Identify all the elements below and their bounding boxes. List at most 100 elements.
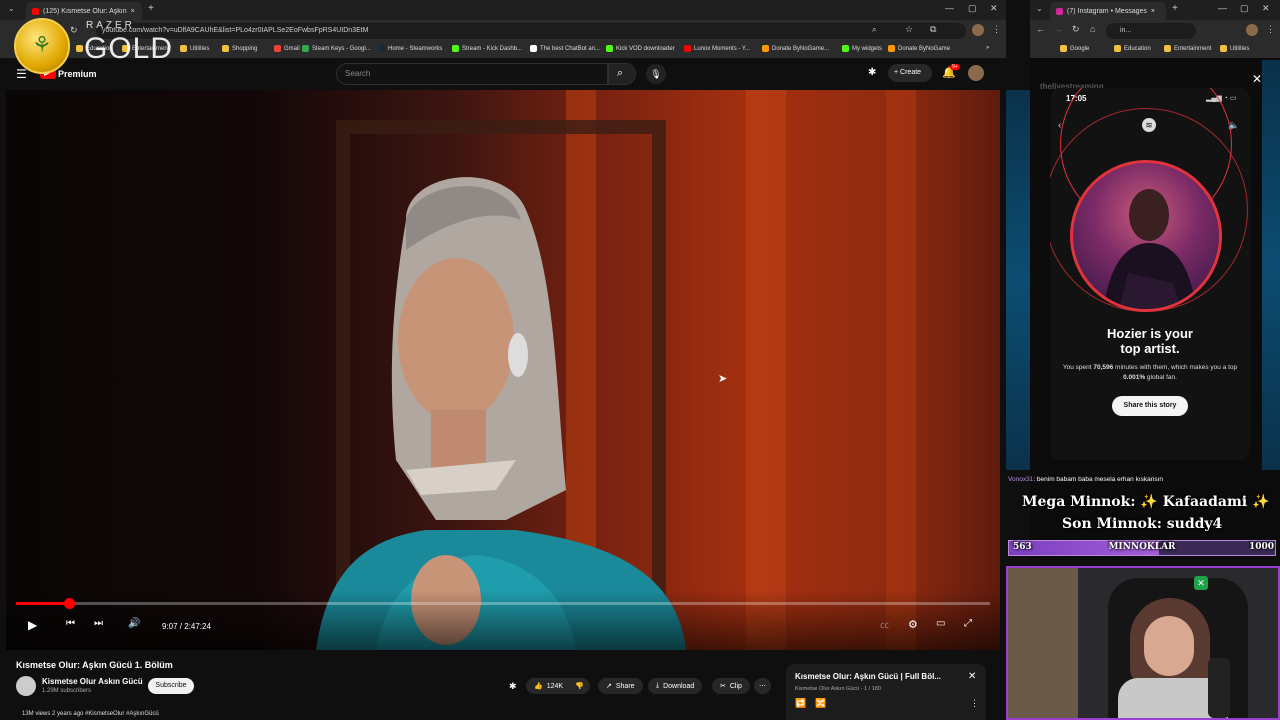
bookmarks-overflow-icon[interactable]: » [986, 45, 989, 51]
mega-minnok-line: Mega Minnok: ✨ Kafaadami ✨ [1022, 494, 1270, 510]
more-actions-button[interactable]: ⋯ [754, 678, 771, 694]
like-button[interactable]: 👍 124K 👎 [526, 678, 590, 694]
search-input[interactable]: Search [336, 63, 608, 85]
bookmark-icon [302, 45, 309, 52]
bookmark-item[interactable]: Donate ByNoGame [888, 45, 950, 52]
story-body-suffix: global fan. [1145, 374, 1177, 381]
ig-menu-icon[interactable]: ⋮ [1266, 24, 1275, 35]
bookmark-item[interactable]: Donate ByNoGame... [762, 45, 829, 52]
captions-icon[interactable]: ㏄ [880, 618, 889, 631]
artist-silhouette [1103, 189, 1197, 309]
channel-avatar[interactable] [16, 676, 36, 696]
bookmark-icon [842, 45, 849, 52]
bookmark-item[interactable]: The best ChatBot an... [530, 45, 600, 52]
bookmark-icon [606, 45, 613, 52]
ig-profile-avatar[interactable] [1246, 24, 1258, 36]
tab-search-icon[interactable]: ⌄ [8, 4, 15, 13]
bookmark-item[interactable]: My widgets [842, 45, 882, 52]
story-viewer[interactable]: 17:05 ▂▄▆ ◔ ▭ ‹ 🔈 ≋ Hozier is your top a… [1050, 88, 1250, 460]
bookmark-icon [762, 45, 769, 52]
ig-minimize-icon[interactable]: — [1218, 3, 1227, 13]
volume-icon[interactable]: 🔊 [128, 618, 140, 629]
story-body-mid: minutes with them, which makes you a top [1113, 364, 1238, 371]
ig-bookmark-item[interactable]: Entertainment [1164, 45, 1211, 52]
share-button[interactable]: ↗ Share [598, 678, 643, 694]
loop-icon[interactable]: 🔁 [795, 698, 806, 709]
video-player[interactable]: ▶ ⏮ ⏭ 🔊 9:07 / 2:47:24 ㏄ ⚙ ▭ ⤢ [6, 90, 1000, 650]
premium-star-icon[interactable]: ✱ [868, 67, 876, 78]
settings-gear-icon[interactable]: ⚙ [908, 618, 918, 631]
fullscreen-icon[interactable]: ⤢ [964, 618, 972, 629]
bookmark-label: Lunox Moments - Y... [694, 45, 751, 52]
previous-icon[interactable]: ⏮ [66, 618, 75, 629]
extensions-icon[interactable]: ⧉ [930, 24, 936, 35]
bookmark-item[interactable]: Kick VOD downloader [606, 45, 675, 52]
ig-home-icon[interactable]: ⌂ [1090, 24, 1095, 34]
chat-text: : benim babam baba mesela erhan kıskansı… [1033, 476, 1164, 483]
bookmark-item[interactable]: Shopping [222, 45, 257, 52]
microphone-icon[interactable]: 🎙 [646, 64, 666, 84]
goal-target: 1000 [1249, 542, 1275, 552]
ig-forward-icon[interactable]: → [1054, 24, 1063, 34]
bookmark-label: Shopping [232, 45, 258, 52]
playlist-title[interactable]: Kısmetse Olur: Aşkın Gücü | Full Böl... [795, 672, 941, 681]
channel-name[interactable]: Kismetse Olur Askın Gücü [42, 677, 143, 686]
ig-back-icon[interactable]: ← [1036, 24, 1045, 34]
ig-new-tab-icon[interactable]: + [1172, 3, 1178, 14]
ig-tab[interactable]: (7) Instagram • Messages × [1050, 2, 1166, 20]
ig-tab-search-icon[interactable]: ⌄ [1036, 4, 1043, 13]
ig-bookmark-item[interactable]: Education [1114, 45, 1151, 52]
play-icon[interactable]: ▶ [28, 618, 37, 632]
create-button[interactable]: + Create [888, 64, 932, 82]
download-button[interactable]: ⤓ Download [648, 678, 703, 694]
theater-mode-icon[interactable]: ▭ [936, 618, 945, 629]
progress-bar[interactable] [16, 598, 990, 609]
ig-bookmark-item[interactable]: Utilities [1220, 45, 1249, 52]
next-icon[interactable]: ⏭ [94, 618, 103, 629]
playlist-close-icon[interactable]: ✕ [968, 671, 976, 682]
ig-close-window-icon[interactable]: ✕ [1262, 3, 1270, 14]
premium-star-icon[interactable]: ✱ [509, 681, 517, 692]
ig-tab-close-icon[interactable]: × [1151, 8, 1155, 15]
bookmark-item[interactable]: Lunox Moments - Y... [684, 45, 750, 52]
bookmark-label: Donate ByNoGame [898, 45, 951, 52]
notification-badge: 9+ [950, 64, 960, 70]
woman-figure [316, 177, 686, 650]
close-window-icon[interactable]: ✕ [990, 3, 998, 14]
account-avatar[interactable] [968, 65, 984, 81]
goal-label: MINNOKLAR [1108, 542, 1176, 552]
profile-avatar[interactable] [972, 24, 984, 36]
folder-icon [1220, 45, 1227, 52]
thumbs-down-icon[interactable]: 👎 [575, 682, 584, 690]
address-bar[interactable]: youtube.com/watch?v=uDlfA9CAUhE&list=PLo… [96, 23, 966, 39]
bookmark-item[interactable]: Gmail [274, 45, 300, 52]
subscribe-button[interactable]: Subscribe [148, 678, 194, 694]
bookmark-star-icon[interactable]: ☆ [905, 24, 913, 35]
share-story-button[interactable]: Share this story [1112, 396, 1188, 416]
maximize-icon[interactable]: ▢ [968, 3, 977, 14]
new-tab-icon[interactable]: + [148, 3, 154, 14]
menu-kebab-icon[interactable]: ⋮ [992, 24, 1001, 35]
bookmark-item[interactable]: Home - Steamworks [378, 45, 442, 52]
playlist-menu-icon[interactable]: ⋮ [970, 698, 979, 709]
plus-icon: + [894, 69, 899, 76]
ig-maximize-icon[interactable]: ▢ [1240, 3, 1249, 14]
ig-bookmark-item[interactable]: Google [1060, 45, 1089, 52]
minimize-icon[interactable]: — [945, 3, 954, 13]
razer-snake-icon: ⚘ [32, 32, 52, 57]
ig-address-bar[interactable]: in... [1106, 23, 1196, 39]
bookmark-item[interactable]: Steam Keys - Googl... [302, 45, 371, 52]
bookmark-item[interactable]: Stream - Kick Dashb... [452, 45, 522, 52]
tab-close-icon[interactable]: × [131, 8, 135, 15]
clip-button[interactable]: ✂ Clip [712, 678, 750, 694]
ig-reload-icon[interactable]: ↻ [1072, 24, 1080, 35]
ig-bookmark-label: Utilities [1230, 45, 1250, 52]
folder-icon [1060, 45, 1067, 52]
shuffle-icon[interactable]: 🔀 [815, 698, 826, 709]
player-controls: ▶ ⏮ ⏭ 🔊 9:07 / 2:47:24 ㏄ ⚙ ▭ ⤢ [6, 590, 1000, 650]
search-button[interactable]: ⌕ [608, 63, 636, 85]
zoom-icon[interactable]: ⌕ [872, 25, 876, 35]
bookmark-label: Gmail [284, 45, 300, 52]
story-close-icon[interactable]: ✕ [1252, 72, 1262, 86]
progress-scrubber[interactable] [63, 598, 75, 609]
